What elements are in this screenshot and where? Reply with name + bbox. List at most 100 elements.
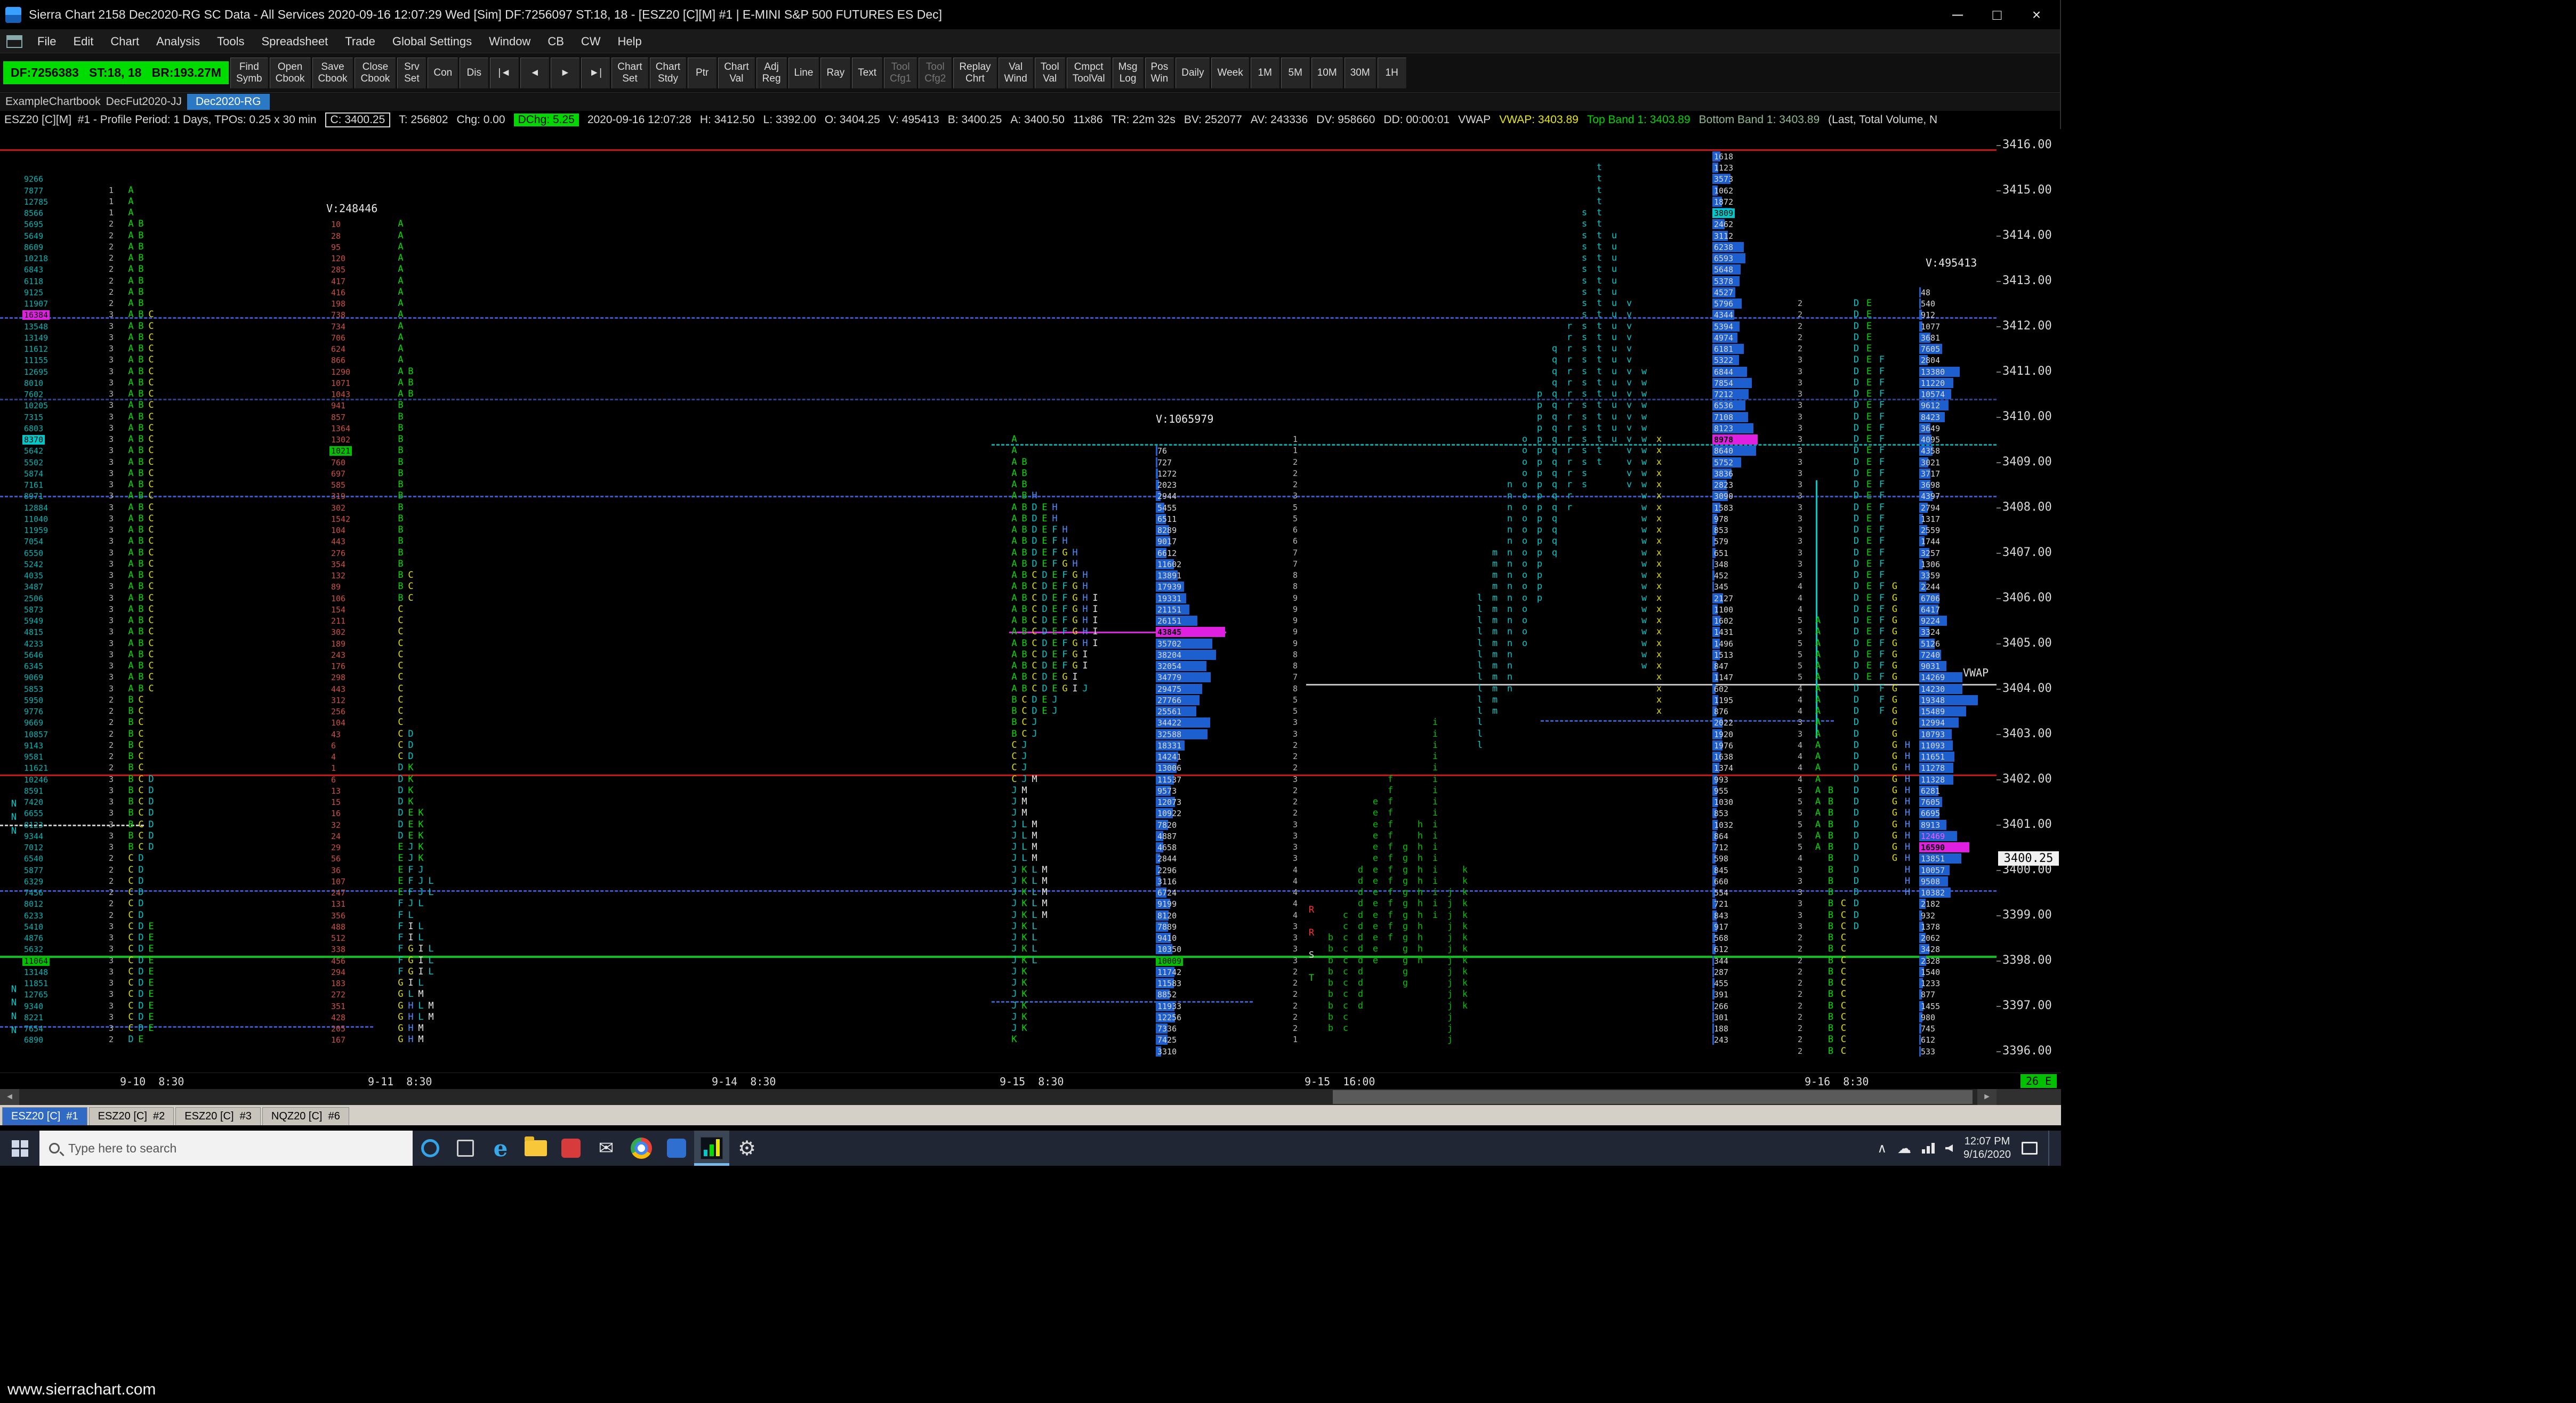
toolbar-button-5m[interactable]: 5M [1281,57,1310,88]
toolbar-button-chartstdy[interactable]: Chart Stdy [649,57,687,88]
chartbook-tab-active[interactable]: Dec2020-RG [187,94,270,110]
tpo-letter: o [1522,570,1528,580]
toolbar-button-[interactable]: |◄ [490,57,519,88]
tpo-letter: B [138,219,144,229]
volume-value: 7605 [1921,797,1941,807]
chart-tab[interactable]: NQZ20 [C] #6 [262,1107,349,1125]
menu-item-global-settings[interactable]: Global Settings [384,30,480,53]
taskbar-icon-cortana[interactable] [413,1131,448,1166]
chartbook-label-2[interactable]: DecFut2020-JJ [106,95,182,108]
chartbook-label-1[interactable]: ExampleChartbook [5,95,101,108]
taskbar-icon-chrome[interactable] [624,1131,659,1166]
show-desktop-button[interactable] [2048,1131,2052,1166]
tpo-letter: u [1611,309,1617,320]
toolbar-button-text[interactable]: Text [852,57,883,88]
volume-icon[interactable] [1945,1144,1953,1152]
volume-value: 1378 [1921,922,1941,932]
menu-item-spreadsheet[interactable]: Spreadsheet [253,30,336,53]
taskbar-icon-photos[interactable] [659,1131,694,1166]
horizontal-scrollbar[interactable]: ◄ ► [0,1089,2061,1105]
toolbar-button-msglog[interactable]: Msg Log [1112,57,1144,88]
toolbar-button-chartval[interactable]: Chart Val [718,57,755,88]
toolbar-button-1h[interactable]: 1H [1377,57,1406,88]
menu-item-cb[interactable]: CB [539,30,573,53]
toolbar-button-poswin[interactable]: Pos Win [1145,57,1174,88]
toolbar-button-[interactable]: ►| [581,57,610,88]
taskbar-icon-task-view[interactable] [448,1131,483,1166]
toolbar-button-toolval[interactable]: Tool Val [1034,57,1065,88]
toolbar-button-[interactable]: ► [551,57,580,88]
tpo-letter: x [1656,525,1662,535]
menu-item-edit[interactable]: Edit [65,30,102,53]
volume-value: 8852 [1157,990,1177,999]
taskbar-icon-sierra-chart[interactable] [694,1131,729,1166]
toolbar-button-closecbook[interactable]: Close Cbook [355,57,396,88]
minimize-button[interactable]: ─ [1939,3,1976,27]
menu-item-chart[interactable]: Chart [102,30,148,53]
toolbar-button-ray[interactable]: Ray [820,57,851,88]
toolbar-button-cmpcttoolval[interactable]: Cmpct ToolVal [1066,57,1111,88]
volume-row: 12884 [22,502,102,513]
toolbar-button-daily[interactable]: Daily [1176,57,1210,88]
toolbar-button-valwind[interactable]: Val Wind [998,57,1033,88]
toolbar-button-findsymb[interactable]: Find Symb [230,57,268,88]
toolbar-button-10m[interactable]: 10M [1311,57,1343,88]
toolbar-button-chartset[interactable]: Chart Set [611,57,648,88]
tpo-letter: C [398,683,404,694]
taskbar-icon-mail[interactable]: ✉ [589,1131,624,1166]
toolbar-button-1m[interactable]: 1M [1250,57,1279,88]
action-center-icon[interactable] [2022,1142,2038,1155]
tpo-row: JKL [1009,932,1040,944]
chart-tab[interactable]: ESZ20 [C] #2 [88,1107,174,1125]
scroll-left-arrow[interactable]: ◄ [0,1089,19,1105]
tpo-row: A [396,320,406,332]
taskbar-icon-store[interactable] [553,1131,589,1166]
cloud-icon[interactable]: ☁ [1897,1140,1911,1157]
taskbar-search-input[interactable]: Type here to search [39,1131,413,1166]
toolbar-button-toolcfg2[interactable]: Tool Cfg2 [919,57,952,88]
toolbar-button-dis[interactable]: Dis [460,57,489,88]
toolbar-button-ptr[interactable]: Ptr [688,57,717,88]
volume-value: 9669 [24,718,44,728]
mdi-child-icon[interactable] [6,35,22,48]
tpo-letter: C [1032,570,1037,580]
taskbar-icon-settings[interactable]: ⚙ [729,1131,764,1166]
tpo-row: BC [396,592,416,604]
network-icon[interactable] [1922,1143,1935,1154]
scroll-right-arrow[interactable]: ► [1977,1089,1997,1105]
start-button[interactable] [0,1131,39,1166]
taskbar-clock[interactable]: 12:07 PM 9/16/2020 [1963,1135,2011,1162]
toolbar-button-30m[interactable]: 30M [1344,57,1376,88]
menu-item-window[interactable]: Window [480,30,539,53]
toolbar-button-savecbook[interactable]: Save Cbook [312,57,353,88]
toolbar-button-con[interactable]: Con [428,57,458,88]
tpo-count: 2 [1293,480,1298,489]
scrollbar-thumb[interactable] [1333,1090,1973,1104]
close-button[interactable]: × [2018,3,2055,27]
toolbar-button-[interactable]: ◄ [520,57,550,88]
tpo-chart-area[interactable]: A1A1A1AB2AB2AB2AB2AB2AB2AB2AB2ABC3ABC3AB… [0,129,2061,1073]
tray-chevron-icon[interactable]: ∧ [1877,1141,1887,1156]
menu-item-cw[interactable]: CW [573,30,609,53]
chart-tab[interactable]: ESZ20 [C] #1 [2,1107,87,1125]
toolbar-button-line[interactable]: Line [788,57,819,88]
volume-row: 11621 [22,762,102,773]
menu-item-help[interactable]: Help [609,30,650,53]
taskbar-icon-edge[interactable]: e [483,1131,518,1166]
menu-item-trade[interactable]: Trade [336,30,384,53]
chart-tab[interactable]: ESZ20 [C] #3 [175,1107,261,1125]
toolbar-button-adjreg[interactable]: Adj Reg [756,57,787,88]
tpo-letter: F [1879,479,1885,490]
restore-button[interactable]: □ [1979,3,2015,27]
taskbar-icon-file-explorer[interactable] [518,1131,553,1166]
toolbar-button-week[interactable]: Week [1211,57,1249,88]
menu-item-analysis[interactable]: Analysis [148,30,208,53]
menu-item-tools[interactable]: Tools [208,30,253,53]
toolbar-button-toolcfg1[interactable]: Tool Cfg1 [884,57,917,88]
toolbar-button-replaychrt[interactable]: Replay Chrt [953,57,997,88]
tpo-letter: D [1853,819,1859,830]
tpo-row: C [396,626,406,638]
menu-item-file[interactable]: File [29,30,65,53]
toolbar-button-opencbook[interactable]: Open Cbook [269,57,311,88]
toolbar-button-srvset[interactable]: Srv Set [397,57,426,88]
